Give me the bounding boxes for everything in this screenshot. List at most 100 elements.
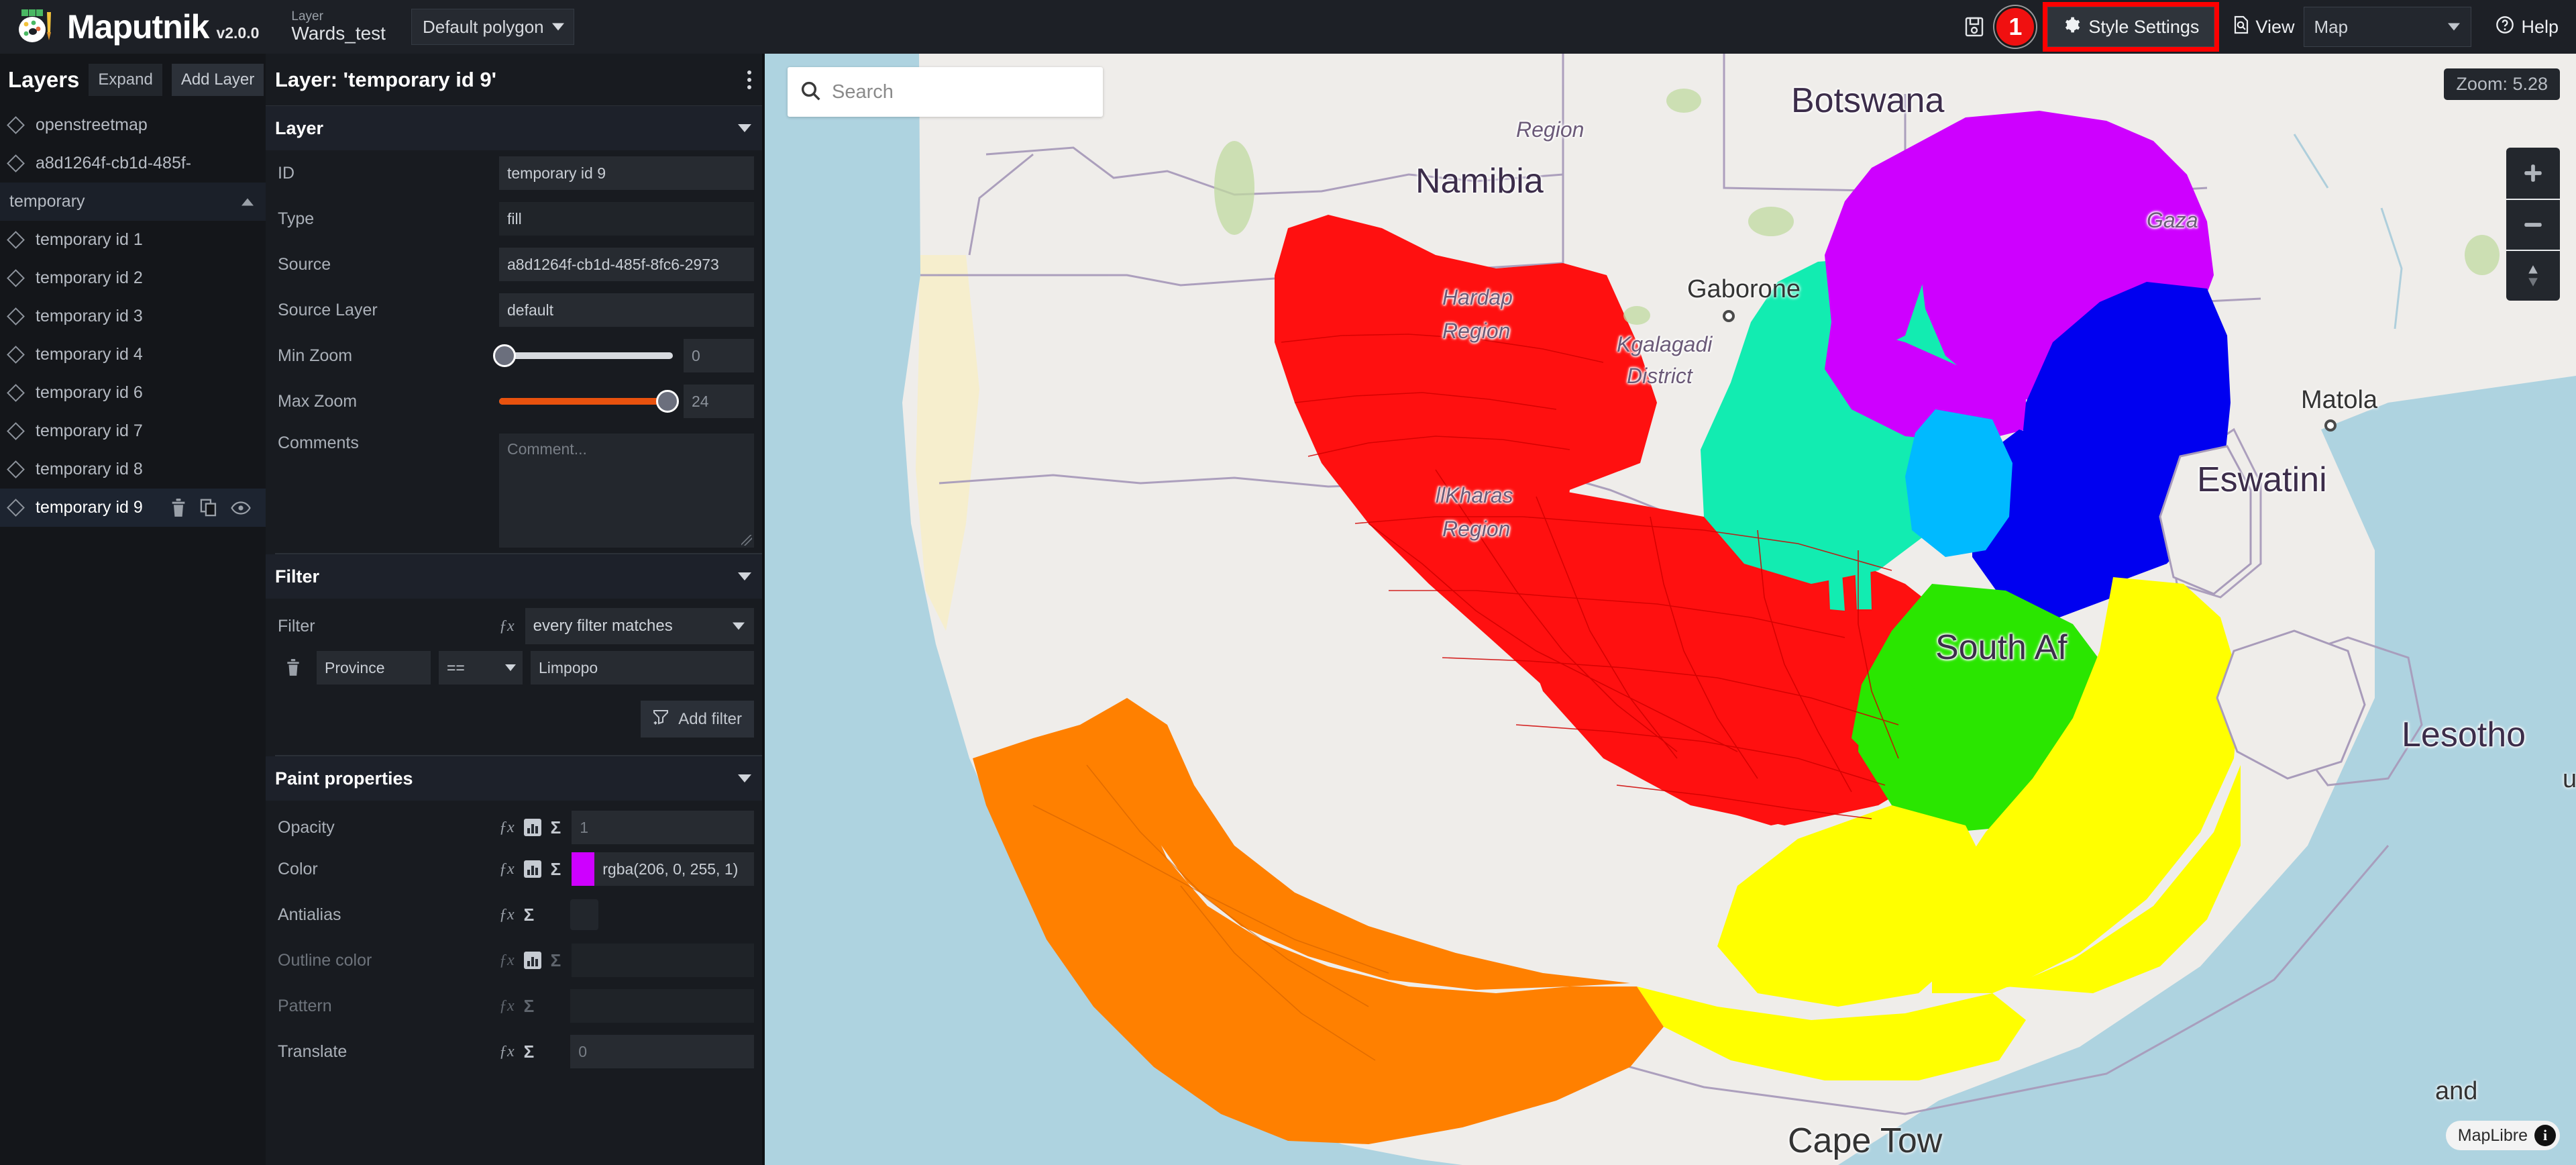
- filter-operator-select[interactable]: ==: [439, 651, 523, 685]
- style-settings-button[interactable]: Style Settings: [2047, 7, 2215, 47]
- layers-title: Layers: [8, 67, 80, 92]
- map-viewport[interactable]: Botswana Namibia Gaza Gaborone Hardap Region K…: [765, 54, 2576, 1165]
- sidebar-item-temporary-id-3[interactable]: temporary id 3: [0, 297, 266, 336]
- layer-label: temporary id 2: [36, 268, 143, 287]
- comments-textarea[interactable]: Comment...: [499, 434, 754, 548]
- chevron-down-icon: [738, 774, 751, 782]
- add-filter-button[interactable]: Add filter: [641, 701, 754, 738]
- search-input[interactable]: Search: [832, 81, 894, 103]
- outline-color-input[interactable]: [572, 944, 754, 977]
- style-template-select[interactable]: Default polygon: [411, 9, 574, 45]
- field-row-min-zoom: Min Zoom 0: [266, 333, 765, 378]
- section-header-filter[interactable]: Filter: [266, 554, 765, 599]
- function-fx-icon[interactable]: ƒx: [499, 819, 515, 837]
- map-canvas: [765, 54, 2576, 1165]
- function-fx-icon[interactable]: ƒx: [499, 952, 515, 970]
- trash-icon[interactable]: [170, 498, 186, 517]
- color-input[interactable]: rgba(206, 0, 255, 1): [594, 852, 754, 886]
- sidebar-item-temporary-id-7[interactable]: temporary id 7: [0, 412, 266, 450]
- min-zoom-value[interactable]: 0: [684, 339, 754, 372]
- color-swatch[interactable]: [572, 852, 595, 886]
- palette-brush-icon: [17, 8, 58, 46]
- view-mode-select[interactable]: Map: [2304, 7, 2472, 47]
- pitch-toggle-icon[interactable]: [2506, 250, 2560, 301]
- sidebar-item-openstreetmap[interactable]: openstreetmap: [0, 106, 266, 144]
- section-title: Layer: [275, 117, 324, 138]
- kebab-menu-icon[interactable]: [743, 66, 755, 93]
- expression-sigma-icon[interactable]: Σ: [551, 859, 561, 880]
- info-icon[interactable]: i: [2534, 1125, 2556, 1146]
- layer-label: temporary id 4: [36, 345, 143, 364]
- sidebar-item-temporary-id-8[interactable]: temporary id 8: [0, 450, 266, 489]
- function-fx-icon[interactable]: ƒx: [499, 617, 515, 636]
- paint-label-pattern: Pattern: [278, 996, 332, 1015]
- zoom-curve-icon[interactable]: [523, 952, 541, 969]
- app-version: v2.0.0: [216, 23, 260, 42]
- source-input[interactable]: a8d1264f-cb1d-485f-8fc6-2973: [499, 248, 754, 281]
- current-layer-name: Wards_test: [291, 23, 386, 44]
- function-fx-icon[interactable]: ƒx: [499, 997, 515, 1015]
- section-header-layer[interactable]: Layer: [266, 106, 765, 150]
- layer-label: temporary id 3: [36, 307, 143, 325]
- pattern-input[interactable]: [570, 989, 754, 1023]
- view-button[interactable]: View: [2233, 15, 2294, 39]
- filter-value-input[interactable]: Limpopo: [531, 651, 754, 685]
- translate-input[interactable]: 0: [570, 1035, 754, 1068]
- copy-icon[interactable]: [200, 499, 217, 517]
- zoom-in-button[interactable]: [2506, 148, 2560, 199]
- expression-sigma-icon[interactable]: Σ: [524, 1042, 535, 1062]
- filter-key-input[interactable]: Province: [317, 651, 431, 685]
- zoom-curve-icon[interactable]: [523, 860, 541, 878]
- sidebar-item-temporary-id-1[interactable]: temporary id 1: [0, 221, 266, 259]
- function-fx-icon[interactable]: ƒx: [499, 1043, 515, 1061]
- add-filter-row: Add filter: [266, 691, 765, 750]
- field-row-source-layer: Source Layer default: [266, 287, 765, 333]
- max-zoom-value[interactable]: 24: [684, 385, 754, 418]
- section-header-paint[interactable]: Paint properties: [266, 756, 765, 801]
- layer-label: a8d1264f-cb1d-485f-: [36, 154, 192, 172]
- filter-rule-row: Province == Limpopo: [266, 644, 765, 691]
- trash-icon[interactable]: [278, 659, 309, 676]
- add-layer-button[interactable]: Add Layer: [171, 64, 264, 96]
- filter-combiner-select[interactable]: every filter matches: [525, 608, 754, 644]
- type-value: fill: [499, 202, 754, 236]
- paint-row-opacity: Opacity ƒx Σ 1: [266, 801, 765, 846]
- filter-combiner-value: every filter matches: [533, 617, 673, 635]
- opacity-input[interactable]: 1: [572, 811, 754, 844]
- zoom-curve-icon[interactable]: [523, 819, 541, 836]
- sidebar-group-temporary[interactable]: temporary: [0, 183, 266, 221]
- expression-sigma-icon[interactable]: Σ: [551, 817, 561, 838]
- expression-sigma-icon[interactable]: Σ: [551, 950, 561, 971]
- sidebar-item-temporary-id-6[interactable]: temporary id 6: [0, 374, 266, 412]
- sidebar-item-temporary-id-4[interactable]: temporary id 4: [0, 336, 266, 374]
- antialias-checkbox[interactable]: [570, 899, 599, 930]
- field-label-comments: Comments: [278, 434, 359, 452]
- max-zoom-slider[interactable]: [499, 390, 680, 413]
- layer-type-icon: [7, 460, 25, 478]
- help-button[interactable]: Help: [2496, 15, 2559, 39]
- min-zoom-slider[interactable]: [492, 344, 673, 367]
- layers-panel: Layers Expand Add Layer openstreetmap a8…: [0, 54, 266, 1165]
- sidebar-item-source-layer[interactable]: a8d1264f-cb1d-485f-: [0, 144, 266, 183]
- map-attribution[interactable]: MapLibre i: [2445, 1121, 2560, 1150]
- function-fx-icon[interactable]: ƒx: [499, 860, 515, 878]
- id-input[interactable]: temporary id 9: [499, 156, 754, 190]
- source-layer-input[interactable]: default: [499, 293, 754, 327]
- layer-label: temporary id 8: [36, 460, 143, 478]
- field-label-max-zoom: Max Zoom: [278, 391, 358, 411]
- help-label: Help: [2521, 16, 2559, 37]
- eye-icon[interactable]: [231, 501, 251, 515]
- save-floppy-icon[interactable]: [1955, 8, 1993, 46]
- expression-sigma-icon[interactable]: Σ: [524, 996, 535, 1017]
- expand-button[interactable]: Expand: [89, 64, 162, 96]
- sidebar-item-temporary-id-9[interactable]: temporary id 9: [0, 489, 266, 527]
- expression-sigma-icon[interactable]: Σ: [524, 905, 535, 925]
- paint-row-antialias: Antialias ƒx Σ: [266, 892, 765, 938]
- zoom-out-button[interactable]: [2506, 199, 2560, 250]
- sidebar-item-temporary-id-2[interactable]: temporary id 2: [0, 259, 266, 297]
- map-search-box[interactable]: Search: [788, 67, 1103, 117]
- field-label-filter: Filter: [278, 616, 315, 636]
- chevron-down-icon: [2448, 23, 2461, 31]
- function-fx-icon[interactable]: ƒx: [499, 906, 515, 924]
- layer-editor-panel: Layer: 'temporary id 9' Layer ID tempora…: [266, 54, 765, 1165]
